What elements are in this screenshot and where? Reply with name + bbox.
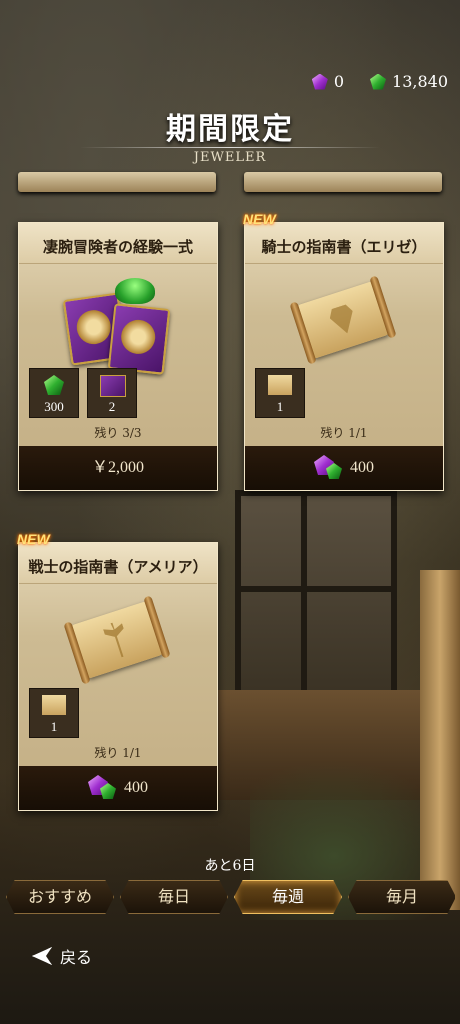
tab-monthly[interactable]: 毎月 (348, 880, 456, 914)
time-remaining: あと6日 (204, 858, 256, 874)
content-item[interactable]: 1 (29, 688, 79, 738)
tab-daily[interactable]: 毎日 (120, 880, 228, 914)
purple-gem-icon (311, 73, 328, 90)
remaining-count: 残り 3/3 (94, 426, 142, 440)
card-contents: 1 (245, 368, 443, 418)
back-arrow-icon (32, 947, 52, 965)
back-button[interactable]: 戻る (32, 944, 92, 968)
title-divider (80, 147, 380, 148)
compass-book-icon (107, 303, 171, 375)
scroll-icon (296, 281, 390, 359)
tab-recommended[interactable]: おすすめ (6, 880, 114, 914)
gem-bag-icon (115, 278, 155, 304)
card-artwork (19, 584, 217, 688)
item-quantity: 1 (276, 399, 284, 414)
content-item[interactable]: 2 (87, 368, 137, 418)
item-quantity: 300 (44, 399, 64, 414)
card-contents: 1 (19, 688, 217, 738)
remaining-count: 残り 1/1 (94, 746, 142, 760)
price-label: 400 (124, 779, 148, 796)
new-badge: NEW (17, 531, 50, 547)
purple-book-icon (100, 375, 126, 397)
scroll-icon (70, 601, 164, 679)
shop-card[interactable]: NEW 戦士の指南書（アメリア） 1 残り 1/1 400 (17, 531, 218, 811)
scroll-icon (42, 695, 66, 715)
period-tabs: おすすめ 毎日 毎週 毎月 (6, 880, 456, 914)
shop-card[interactable]: NEW 騎士の指南書（エリゼ） 1 残り 1/1 400 (243, 211, 444, 491)
card-artwork (19, 264, 217, 375)
card-title: 戦士の指南書（アメリア） (19, 543, 217, 584)
price-label: ￥2,000 (91, 459, 144, 476)
green-gem-icon (370, 73, 387, 90)
card-title: 騎士の指南書（エリゼ） (245, 223, 443, 264)
buy-button[interactable]: ￥2,000 (19, 446, 217, 490)
buy-button[interactable]: 400 (245, 446, 443, 490)
page-title: 期間限定 (166, 112, 294, 147)
back-label: 戻る (60, 948, 93, 967)
item-quantity: 2 (108, 399, 116, 414)
gems-icon (88, 775, 118, 801)
scrolled-card-edge (18, 172, 216, 192)
gems-icon (314, 455, 344, 481)
card-artwork (245, 264, 443, 368)
buy-button[interactable]: 400 (19, 766, 217, 810)
card-contents: 300 2 (19, 368, 217, 418)
page-subtitle: JEWELER (193, 150, 267, 165)
green-gem-count: 13,840 (392, 72, 448, 91)
item-quantity: 1 (50, 719, 58, 734)
shop-card[interactable]: 凄腕冒険者の経験一式 300 2 残り 3/3 ￥2,000 (18, 222, 218, 491)
green-gem-icon (44, 375, 64, 395)
scrolled-card-edge (244, 172, 442, 192)
currency-bar: 0 13,840 (311, 72, 448, 91)
card-title: 凄腕冒険者の経験一式 (19, 223, 217, 264)
remaining-count: 残り 1/1 (320, 426, 368, 440)
background-window (235, 490, 397, 702)
price-label: 400 (350, 459, 374, 476)
content-item[interactable]: 300 (29, 368, 79, 418)
tab-weekly[interactable]: 毎週 (234, 880, 342, 914)
new-badge: NEW (243, 211, 276, 227)
scroll-icon (268, 375, 292, 395)
purple-gem-count: 0 (333, 72, 345, 91)
content-item[interactable]: 1 (255, 368, 305, 418)
